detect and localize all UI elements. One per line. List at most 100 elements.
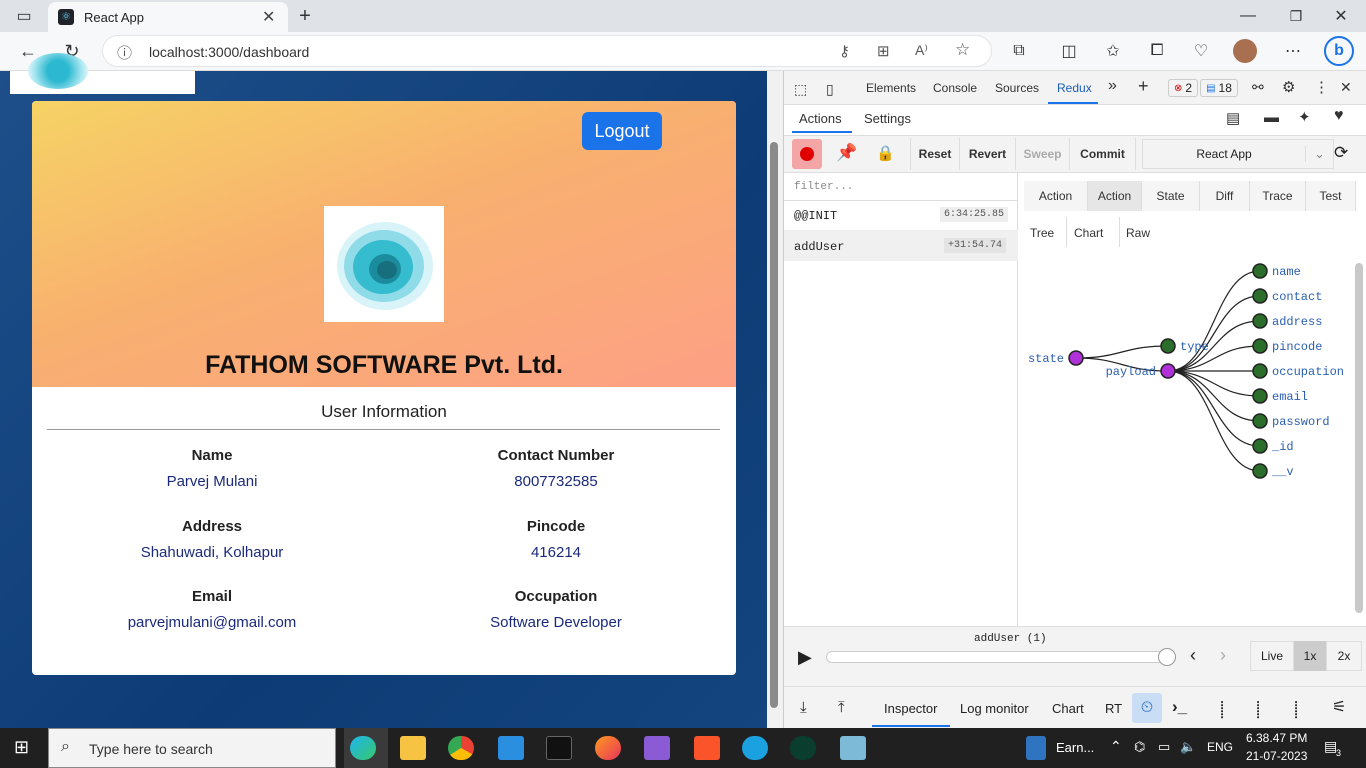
terminal-app-icon[interactable] <box>546 736 572 760</box>
commit-button[interactable]: Commit <box>1070 138 1136 170</box>
tree-type-node[interactable] <box>1160 338 1176 354</box>
read-aloud-icon[interactable]: A⁾ <box>915 42 928 59</box>
redux-tab-settings[interactable]: Settings <box>864 111 911 126</box>
edge-icon[interactable] <box>350 736 376 760</box>
close-tab-icon[interactable]: ✕ <box>262 7 275 27</box>
vscode-icon[interactable] <box>498 736 524 760</box>
inspector-tab-test[interactable]: Test <box>1306 181 1356 211</box>
inspect-icon[interactable]: ⬚ <box>794 81 807 98</box>
tab-sources[interactable]: Sources <box>995 81 1039 95</box>
heart-icon[interactable]: ♥ <box>1334 107 1344 125</box>
tab-elements[interactable]: Elements <box>866 81 916 95</box>
taskbar-search[interactable]: ⌕ Type here to search <box>48 728 336 768</box>
message-counter[interactable]: ▤ 18 <box>1200 79 1238 97</box>
sync-icon[interactable]: ⟳ <box>1334 143 1348 163</box>
monitor-tab-inspector[interactable]: Inspector <box>884 701 937 716</box>
firefox-icon[interactable] <box>595 736 621 760</box>
feedback-icon[interactable]: ▬ <box>1264 109 1279 126</box>
more-options-icon[interactable]: ⋯ <box>1280 40 1306 62</box>
terminal-icon[interactable]: ›_ <box>1172 697 1187 717</box>
language-indicator[interactable]: ENG <box>1207 740 1233 754</box>
visual-studio-icon[interactable] <box>644 736 670 760</box>
export-icon[interactable]: ⤒ <box>838 699 845 716</box>
settings-gear-icon[interactable]: ⚙ <box>1282 78 1295 96</box>
docs-icon[interactable]: ▤ <box>1226 109 1240 127</box>
chart-scrollbar[interactable] <box>1355 263 1363 613</box>
performance-icon[interactable]: ♡ <box>1188 40 1214 62</box>
close-window-icon[interactable]: ✕ <box>1331 6 1351 26</box>
sweep-button[interactable]: Sweep <box>1016 138 1070 170</box>
revert-button[interactable]: Revert <box>960 138 1016 170</box>
pin-icon[interactable]: 📌 <box>836 143 857 163</box>
volume-icon[interactable]: 🔈 <box>1180 739 1196 755</box>
inspector-tab-action-title[interactable]: Action <box>1024 181 1088 211</box>
restore-icon[interactable]: ❐ <box>1286 6 1306 26</box>
play-icon[interactable]: ▶ <box>798 647 812 668</box>
tree-leaf-address-node[interactable] <box>1252 313 1268 329</box>
tree-leaf-name-node[interactable] <box>1252 263 1268 279</box>
monitor-tab-rt[interactable]: RT <box>1105 701 1122 716</box>
redux-tab-actions[interactable]: Actions <box>799 111 842 126</box>
step-back-icon[interactable]: ‹ <box>1190 645 1196 666</box>
profile-avatar[interactable] <box>1233 39 1257 63</box>
layout-left-icon[interactable]: ⸽ <box>1220 698 1224 720</box>
remote-icon[interactable]: ⚟ <box>1332 697 1346 717</box>
tab-redux[interactable]: Redux <box>1057 81 1092 95</box>
skype-icon[interactable] <box>742 736 768 760</box>
import-icon[interactable]: ⤓ <box>800 699 807 716</box>
inspector-tab-trace[interactable]: Trace <box>1250 181 1306 211</box>
minimize-icon[interactable]: — <box>1238 6 1258 26</box>
device-icon[interactable]: ▯ <box>826 81 834 98</box>
favorite-star-icon[interactable]: ☆ <box>955 40 970 60</box>
file-explorer-icon[interactable] <box>400 736 426 760</box>
view-tab-chart[interactable]: Chart <box>1074 226 1103 240</box>
tree-leaf-occupation-node[interactable] <box>1252 363 1268 379</box>
speed-1x[interactable]: 1x <box>1294 641 1326 671</box>
close-devtools-icon[interactable]: ✕ <box>1340 79 1352 96</box>
monitor-tab-chart[interactable]: Chart <box>1052 701 1084 716</box>
split-screen-icon[interactable]: ◫ <box>1056 40 1082 62</box>
chevron-up-icon[interactable]: ⌃ <box>1110 738 1122 755</box>
windows-start-icon[interactable]: ⊞ <box>14 737 29 758</box>
mongodb-compass-icon[interactable] <box>790 736 816 760</box>
running-app-label[interactable]: Earn... <box>1056 740 1094 755</box>
url-field[interactable]: ⓘ localhost:3000/dashboard ⚷ ⊞ A⁾ ☆ <box>102 35 992 67</box>
layout-right-icon[interactable]: ⸽ <box>1294 698 1298 720</box>
tab-console[interactable]: Console <box>933 81 977 95</box>
network-icon[interactable]: ⌬ <box>1134 739 1145 755</box>
brave-icon[interactable] <box>694 736 720 760</box>
record-button[interactable] <box>792 139 822 169</box>
extensions-icon[interactable]: ⧉ <box>1006 40 1032 62</box>
inspector-tab-action[interactable]: Action <box>1088 181 1142 211</box>
tree-payload-node[interactable] <box>1160 363 1176 379</box>
instance-select[interactable]: React App ⌄ <box>1142 139 1334 169</box>
twitter-icon[interactable]: ✦ <box>1298 108 1311 126</box>
filter-input[interactable]: filter... <box>784 173 1018 201</box>
slider-handle[interactable] <box>1158 648 1176 666</box>
document-app-icon[interactable] <box>1026 736 1046 760</box>
battery-icon[interactable]: ▭ <box>1158 739 1170 755</box>
lock-icon[interactable]: 🔒 <box>876 144 895 162</box>
tree-leaf-v-node[interactable] <box>1252 463 1268 479</box>
customize-icon[interactable]: ⋮ <box>1314 78 1329 96</box>
clock-date[interactable]: 21-07-2023 <box>1246 749 1307 763</box>
chrome-icon[interactable] <box>448 736 474 760</box>
reset-button[interactable]: Reset <box>910 138 960 170</box>
more-tabs-icon[interactable]: » <box>1108 77 1117 95</box>
collections-icon[interactable]: ⧠ <box>1144 40 1170 62</box>
layout-bottom-icon[interactable]: ⸽ <box>1256 698 1260 720</box>
scrollbar-thumb[interactable] <box>770 142 778 708</box>
tree-leaf-email-node[interactable] <box>1252 388 1268 404</box>
app-icon-misc[interactable] <box>840 736 866 760</box>
monitor-tab-log[interactable]: Log monitor <box>960 701 1029 716</box>
favorites-icon[interactable]: ✩ <box>1100 40 1126 62</box>
inspector-tab-diff[interactable]: Diff <box>1200 181 1250 211</box>
add-tab-icon[interactable]: + <box>1138 76 1149 97</box>
tree-leaf-pincode-node[interactable] <box>1252 338 1268 354</box>
new-tab-icon[interactable]: + <box>294 4 316 28</box>
connections-icon[interactable]: ⚯ <box>1252 79 1264 96</box>
tree-leaf-id-node[interactable] <box>1252 438 1268 454</box>
view-tab-raw[interactable]: Raw <box>1126 226 1150 240</box>
inspector-tab-state[interactable]: State <box>1142 181 1200 211</box>
tree-state-node[interactable] <box>1068 350 1084 366</box>
